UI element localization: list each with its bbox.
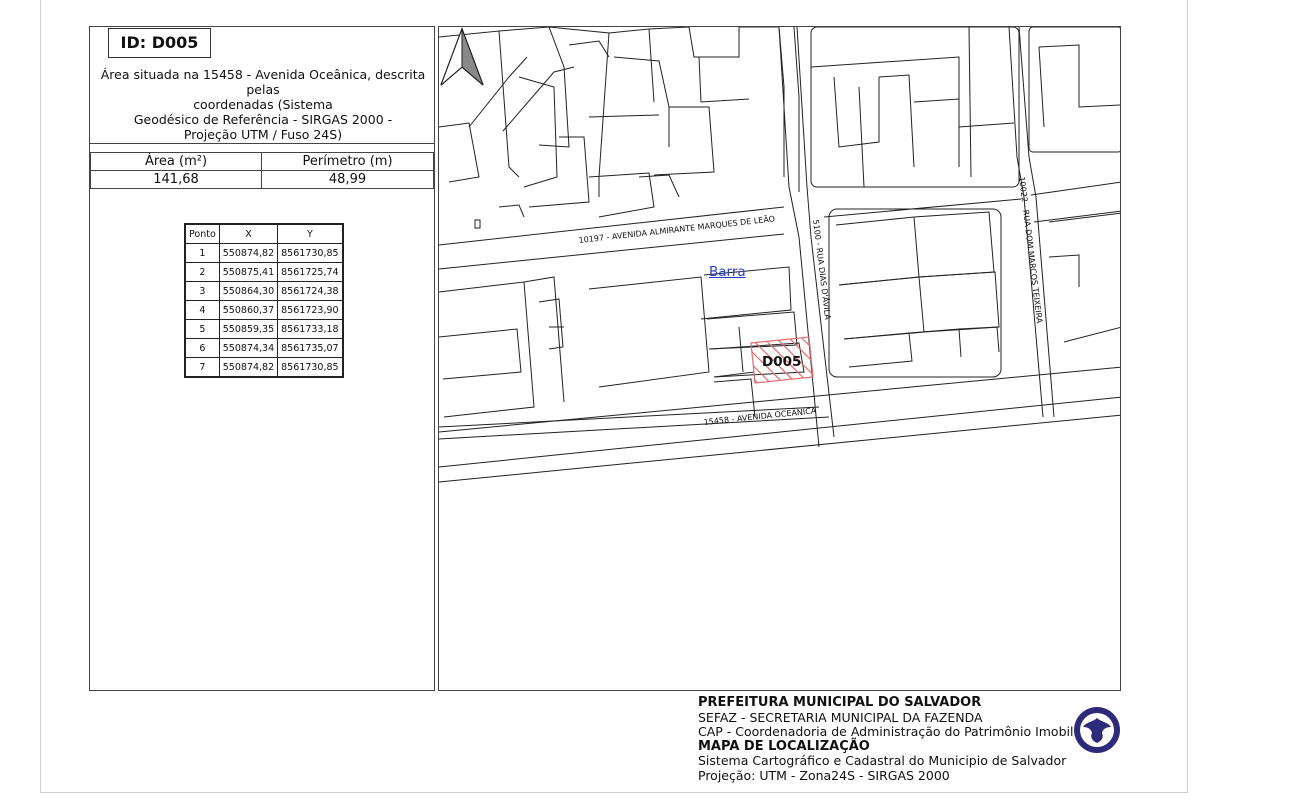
footer-map-title: MAPA DE LOCALIZAÇÃO (698, 738, 870, 754)
area-header: Área (m²) (90, 152, 262, 171)
y-cell: 8561723,90 (277, 300, 344, 320)
buildings-north-east (810, 27, 1120, 188)
neighborhood-link-barra[interactable]: Barra (709, 264, 746, 280)
footer-coordination: CAP - Coordenadoria de Administração do … (698, 724, 1090, 739)
y-cell: 8561725,74 (277, 262, 344, 282)
map-canvas: D005 10197 - AVENIDA ALMIRANTE MARQUES D… (439, 27, 1120, 483)
y-cell: 8561735,07 (277, 338, 344, 358)
metrics-table: Área (m²) Perímetro (m) 141,68 48,99 (90, 152, 434, 189)
location-map[interactable]: D005 10197 - AVENIDA ALMIRANTE MARQUES D… (438, 26, 1121, 691)
footer-title: PREFEITURA MUNICIPAL DO SALVADOR (698, 695, 982, 710)
x-cell: 550874,82 (218, 357, 279, 378)
y-cell: 8561730,85 (277, 357, 344, 378)
parcel-id-label: ID: D005 (108, 28, 211, 58)
footer-projection: Projeção: UTM - Zona24S - SIRGAS 2000 (698, 767, 950, 783)
x-cell: 550874,82 (218, 243, 279, 263)
footer-secretariat: SEFAZ - SECRETARIA MUNICIPAL DA FAZENDA (698, 709, 983, 725)
street-almirante (439, 181, 1120, 270)
x-cell: 550874,34 (218, 338, 279, 358)
table-row: 3 550864,30 8561724,38 (184, 281, 344, 301)
table-row: 1 550874,82 8561730,85 (184, 243, 344, 263)
footer-block: PREFEITURA MUNICIPAL DO SALVADOR SEFAZ -… (698, 695, 1090, 783)
y-cell: 8561733,18 (277, 319, 344, 339)
point-cell: 6 (184, 338, 220, 358)
street-dias (778, 27, 835, 448)
page-edge-left (40, 0, 41, 793)
table-row: 6 550874,34 8561735,07 (184, 338, 344, 358)
metrics-value-row: 141,68 48,99 (90, 170, 434, 189)
municipal-seal-icon (1074, 707, 1120, 753)
x-cell: 550859,35 (218, 319, 279, 339)
street-oceanica (439, 366, 1120, 483)
page-edge-right (1187, 0, 1188, 793)
point-cell: 7 (184, 357, 220, 378)
area-value: 141,68 (90, 170, 262, 189)
table-row: 2 550875,41 8561725,74 (184, 262, 344, 282)
column-header: Y (277, 223, 344, 244)
metrics-header-row: Área (m²) Perímetro (m) (90, 152, 434, 171)
perimeter-header: Perímetro (m) (261, 152, 434, 171)
x-cell: 550875,41 (218, 262, 279, 282)
x-cell: 550860,37 (218, 300, 279, 320)
footer-system: Sistema Cartográfico e Cadastral do Muni… (698, 753, 1067, 768)
y-cell: 8561724,38 (277, 281, 344, 301)
point-cell: 3 (184, 281, 220, 301)
table-row: 4 550860,37 8561723,90 (184, 300, 344, 320)
area-description: Área situada na 15458 - Avenida Oceânica… (100, 67, 426, 142)
table-row: 7 550874,82 8561730,85 (184, 357, 344, 378)
point-cell: 1 (184, 243, 220, 263)
point-cell: 4 (184, 300, 220, 320)
column-header: X (218, 223, 279, 244)
buildings-north (439, 27, 800, 229)
north-arrow-icon (440, 27, 484, 86)
x-cell: 550864,30 (218, 281, 279, 301)
column-header: Ponto (184, 223, 220, 244)
coordinates-table: Ponto X Y 1 550874,82 8561730,85 2 550875,4… (184, 223, 344, 378)
table-row: 5 550859,35 8561733,18 (184, 319, 344, 339)
point-cell: 5 (184, 319, 220, 339)
coordinates-header-row: Ponto X Y (184, 223, 344, 244)
y-cell: 8561730,85 (277, 243, 344, 263)
point-cell: 2 (184, 262, 220, 282)
page-edge-bottom (40, 792, 1188, 793)
street-label-oceanica: 15458 - AVENIDA OCEÂNICA (703, 404, 817, 427)
perimeter-value: 48,99 (261, 170, 434, 189)
divider (90, 143, 434, 144)
parcel-label: D005 (762, 354, 801, 370)
buildings-south-east (828, 208, 1120, 378)
street-label-almirante: 10197 - AVENIDA ALMIRANTE MARQUES DE LEÃ… (578, 213, 775, 245)
info-panel: ID: D005 Área situada na 15458 - Avenida… (89, 26, 435, 691)
